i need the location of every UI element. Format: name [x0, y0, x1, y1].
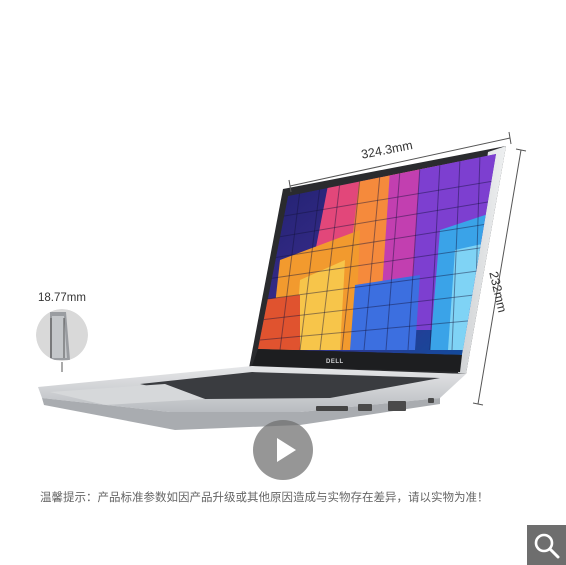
product-image-viewer: DELL 324.3mm 232mm 18.77mm 温馨提示：产品标准参数如因…	[0, 0, 566, 565]
dell-logo: DELL	[326, 359, 344, 365]
play-video-button[interactable]	[253, 420, 313, 480]
ethernet-port	[388, 401, 406, 411]
magnifier-icon	[534, 533, 560, 559]
thickness-dimension-label: 18.77mm	[38, 292, 86, 304]
notice-text: 温馨提示：产品标准参数如因产品升级或其他原因造成与实物存在差异，请以实物为准！	[40, 492, 489, 504]
lock-slot	[428, 398, 434, 403]
thickness-profile-image	[36, 309, 88, 361]
usb-port	[358, 404, 372, 411]
laptop-product-image	[36, 131, 527, 430]
zoom-button[interactable]	[527, 525, 566, 565]
laptop-screen	[258, 154, 496, 355]
sd-card-slot	[316, 406, 348, 411]
